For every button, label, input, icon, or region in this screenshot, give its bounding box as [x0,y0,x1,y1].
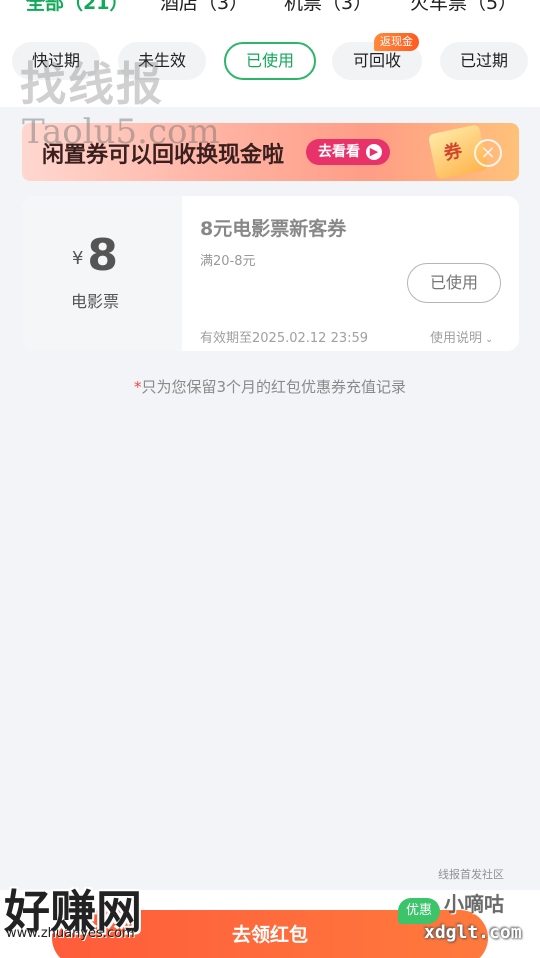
used-status-button[interactable]: 已使用 [407,263,501,303]
usage-rules-label: 使用说明 [430,331,483,346]
watermark-bottom-right-small: 线报首发社区 [438,868,504,881]
filter-expired[interactable]: 已过期 [440,42,528,80]
coupon-condition: 满20-8元 [200,254,256,269]
ticket-char: 券 [442,140,464,165]
bottom-bar: 去领红包 优惠 [0,890,540,958]
coupon-type: 电影票 [70,292,119,311]
close-icon[interactable]: × [474,139,502,167]
filter-expiring[interactable]: 快过期 [12,42,100,80]
filter-used[interactable]: 已使用 [224,42,316,80]
currency-symbol: ¥ [71,248,84,269]
notice-text: 只为您保留3个月的红包优惠券充值记录 [141,378,407,396]
banner-go-label: 去看看 [318,144,360,160]
filter-not-active[interactable]: 未生效 [118,42,206,80]
banner-go-button[interactable]: 去看看 ▶ [306,139,390,165]
coupon-expiry: 有效期至2025.02.12 23:59 [200,331,369,346]
category-tabs: 全部（21） 酒店（3） 机票（3） 火车票（5） [0,0,540,20]
tab-hotel[interactable]: 酒店（3） [160,0,248,20]
amount-value: 8 [87,230,119,281]
recycle-promo-banner[interactable]: 闲置券可以回收换现金啦 去看看 ▶ 券 × [22,123,519,181]
cashback-badge: 返现金 [374,33,419,51]
header-area: 全部（21） 酒店（3） 机票（3） 火车票（5） 快过期 未生效 已使用 可回… [0,0,540,107]
discount-badge: 优惠 [398,898,441,924]
chevron-right-icon: ▶ [366,144,382,160]
coupon-amount: ¥8 [22,230,168,281]
retention-notice: *只为您保留3个月的红包优惠券充值记录 [0,376,540,397]
coupon-card[interactable]: ¥8 电影票 8元电影票新客券 满20-8元 已使用 有效期至2025.02.1… [22,196,519,351]
tab-all[interactable]: 全部（21） [26,0,128,20]
chevron-down-icon: ⌄ [485,334,494,345]
coupon-title: 8元电影票新客券 [200,218,347,240]
banner-text: 闲置券可以回收换现金啦 [42,143,285,168]
coupon-value-panel: ¥8 电影票 [22,196,182,351]
tab-train[interactable]: 火车票（5） [410,0,517,20]
tab-flight[interactable]: 机票（3） [284,0,372,20]
status-filters: 快过期 未生效 已使用 可回收 返现金 已过期 [0,33,540,80]
usage-rules-toggle[interactable]: 使用说明 ⌄ [430,327,493,346]
